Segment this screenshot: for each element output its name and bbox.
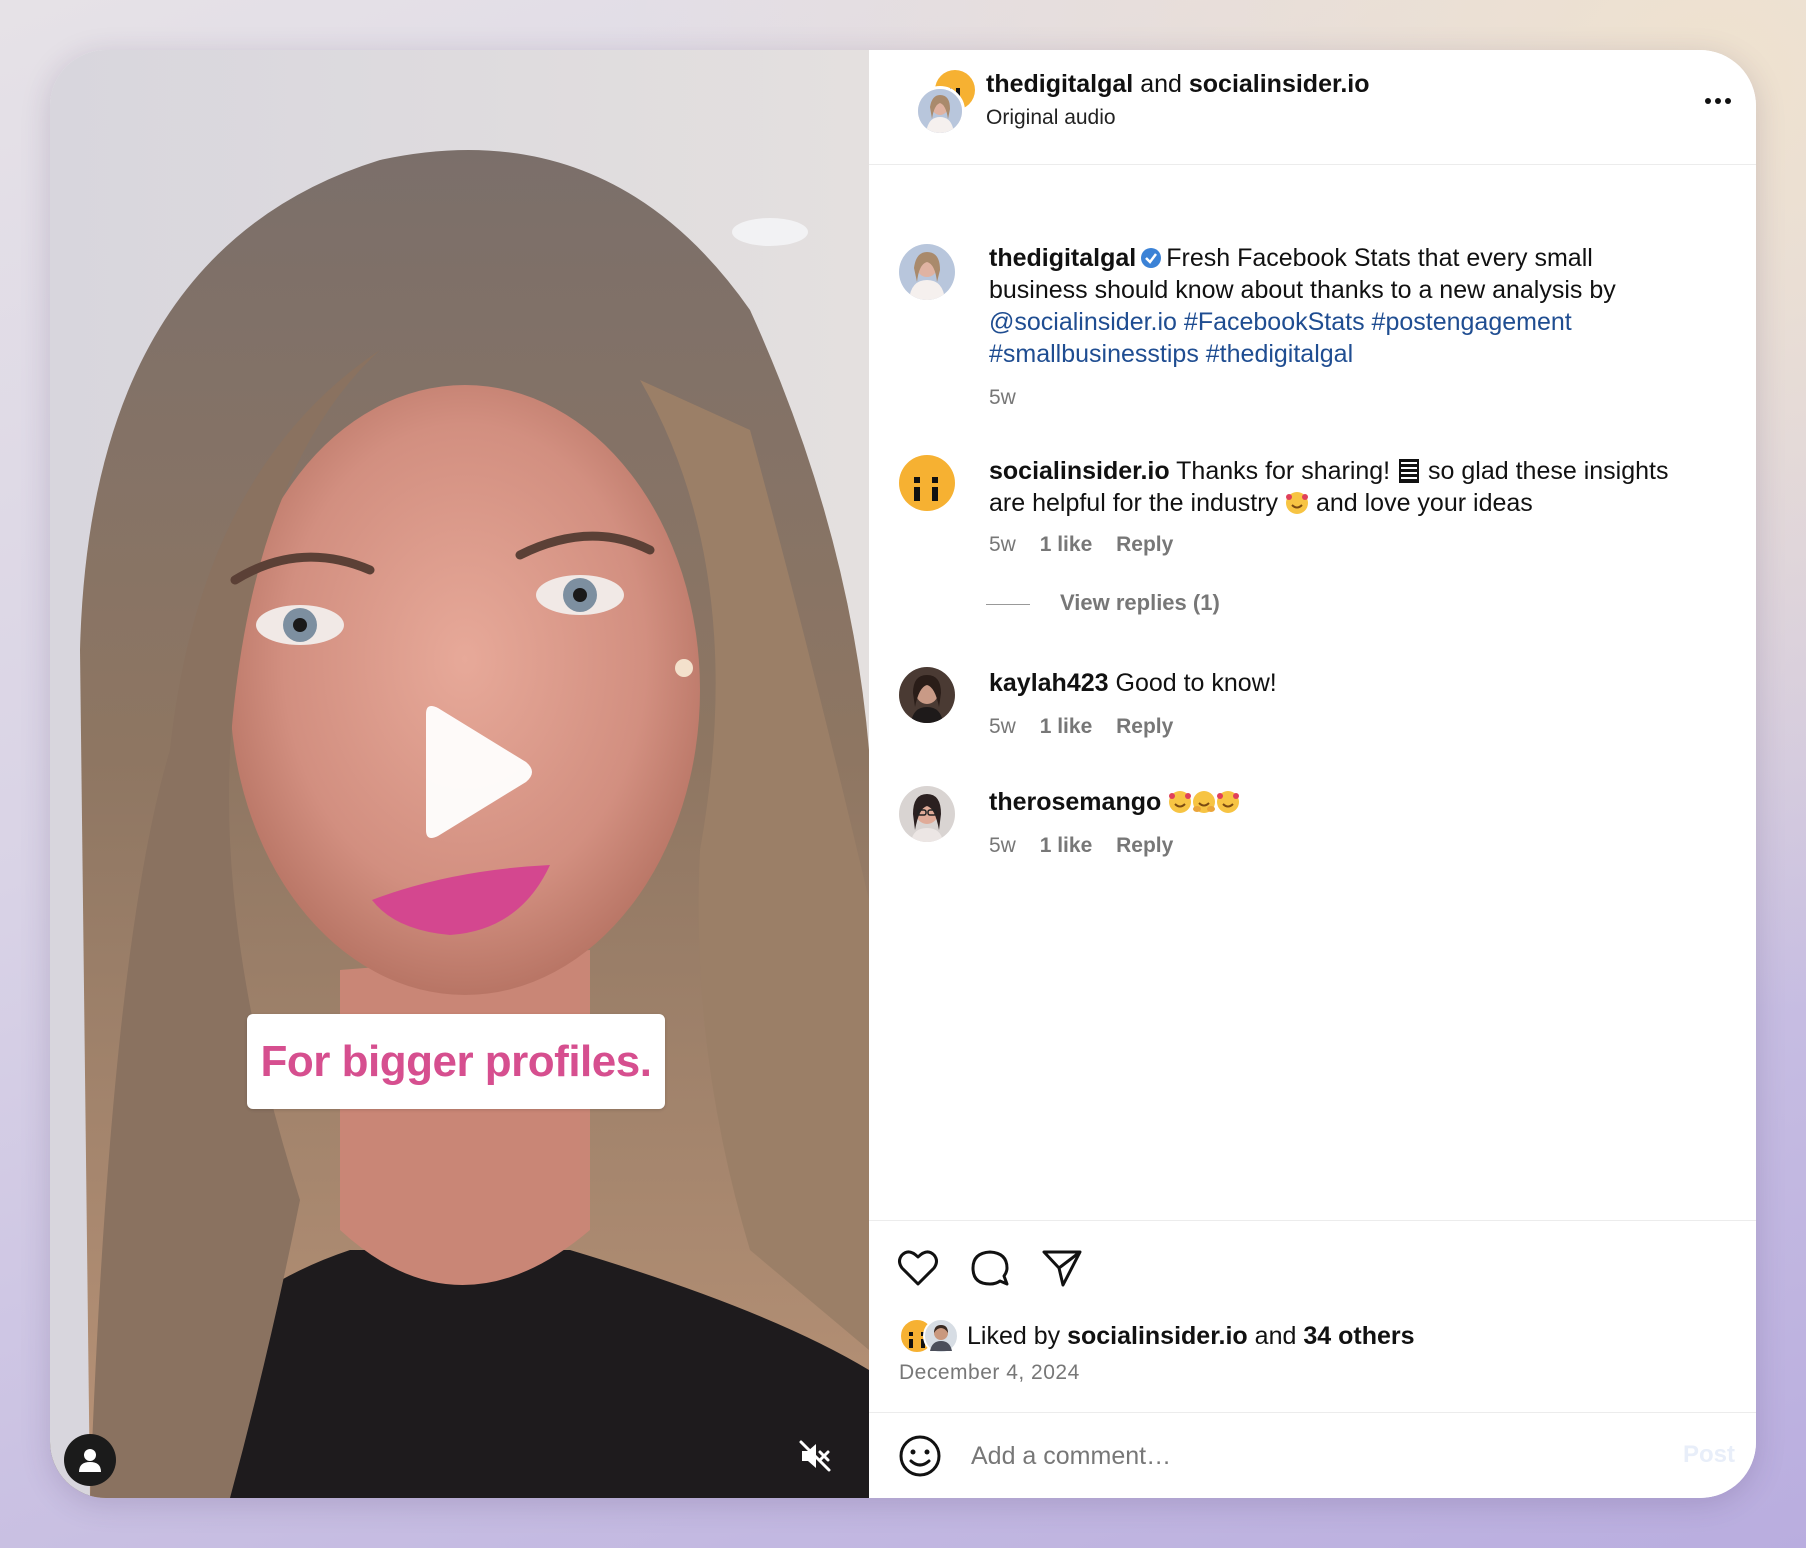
author-avatar[interactable] xyxy=(915,86,965,136)
hashtag-link[interactable]: #smallbusinesstips xyxy=(989,340,1199,368)
muted-icon[interactable] xyxy=(798,1439,832,1473)
caption-time: 5w xyxy=(989,386,1016,409)
video-text-overlay: For bigger profiles. xyxy=(247,1014,665,1109)
play-icon[interactable] xyxy=(406,702,536,842)
post-details-panel: thedigitalgal and socialinsider.io Origi… xyxy=(869,50,1756,1498)
post-authors: thedigitalgal and socialinsider.io xyxy=(986,70,1370,99)
comment-time: 5w xyxy=(989,834,1016,857)
comment-likes[interactable]: 1 like xyxy=(1040,533,1093,556)
add-comment-bar: Post xyxy=(869,1412,1756,1498)
hashtag-link[interactable]: #thedigitalgal xyxy=(1206,340,1353,368)
commenter-username[interactable]: therosemango xyxy=(989,788,1161,816)
comment-text: socialinsider.io Thanks for sharing! so … xyxy=(989,455,1689,519)
likes-prefix: Liked by xyxy=(967,1321,1061,1350)
comment-meta: 5w 1 like Reply xyxy=(989,533,1191,557)
view-replies-label: View replies (1) xyxy=(1060,590,1220,615)
user-photo-icon xyxy=(899,786,955,842)
commenter-avatar[interactable] xyxy=(899,455,955,511)
authors-joiner: and xyxy=(1140,70,1182,98)
post-modal: For bigger profiles. thedigitalgal and s… xyxy=(50,50,1756,1498)
author-photo-icon xyxy=(899,244,955,300)
hashtag-link[interactable]: #postengagement xyxy=(1372,308,1572,336)
smiling-hearts-emoji-icon xyxy=(1169,791,1192,813)
reply-button[interactable]: Reply xyxy=(1116,834,1173,857)
comment-meta: 5w 1 like Reply xyxy=(989,715,1191,739)
chart-emoji-icon xyxy=(1399,459,1420,483)
reel-video[interactable]: For bigger profiles. xyxy=(50,50,869,1498)
smiling-hearts-emoji-icon xyxy=(1286,492,1309,514)
comment-likes[interactable]: 1 like xyxy=(1040,715,1093,738)
verified-badge-icon xyxy=(1141,248,1162,268)
author-username[interactable]: thedigitalgal xyxy=(986,70,1133,98)
likes-joiner: and xyxy=(1254,1321,1297,1350)
smiling-hearts-emoji-icon xyxy=(1217,791,1240,813)
post-header: thedigitalgal and socialinsider.io Origi… xyxy=(869,50,1756,165)
socialinsider-logo-icon xyxy=(914,477,938,501)
collaborator-username[interactable]: socialinsider.io xyxy=(1189,70,1370,98)
commenter-username[interactable]: socialinsider.io xyxy=(989,457,1170,485)
comment-body: Thanks for sharing! xyxy=(1176,457,1391,485)
commenter-username[interactable]: kaylah423 xyxy=(989,669,1109,697)
comment-input[interactable] xyxy=(969,1435,1653,1477)
liker-username[interactable]: socialinsider.io xyxy=(1067,1322,1248,1351)
caption-username[interactable]: thedigitalgal xyxy=(989,244,1136,272)
commenter-avatar[interactable] xyxy=(899,667,955,723)
hugging-emoji-icon xyxy=(1193,791,1216,813)
like-icon[interactable] xyxy=(897,1249,939,1287)
likers-avatars xyxy=(899,1318,963,1354)
comment-time: 5w xyxy=(989,715,1016,738)
emoji-picker-icon[interactable] xyxy=(899,1435,941,1477)
user-photo-icon xyxy=(923,1318,959,1354)
comment-text: kaylah423 Good to know! xyxy=(989,667,1689,699)
post-comment-button[interactable]: Post xyxy=(1683,1441,1735,1469)
likes-others-link[interactable]: 34 others xyxy=(1303,1322,1414,1351)
comment-body: Good to know! xyxy=(1115,669,1277,697)
author-photo-icon xyxy=(918,89,962,133)
hashtag-link[interactable]: #FacebookStats xyxy=(1184,308,1365,336)
comment-icon[interactable] xyxy=(969,1248,1011,1290)
mention-link[interactable]: @socialinsider.io xyxy=(989,308,1177,336)
commenter-avatar[interactable] xyxy=(899,786,955,842)
post-actions xyxy=(869,1220,1756,1287)
likes-summary: Liked by socialinsider.io and 34 others xyxy=(899,1318,1415,1354)
comment-meta: 5w 1 like Reply xyxy=(989,834,1191,858)
more-options-icon[interactable] xyxy=(1703,94,1733,108)
user-tag-icon xyxy=(79,1449,101,1472)
comment-likes[interactable]: 1 like xyxy=(1040,834,1093,857)
caption-meta: 5w xyxy=(989,386,1034,410)
caption-author-avatar[interactable] xyxy=(899,244,955,300)
audio-label[interactable]: Original audio xyxy=(986,106,1116,130)
caption-text: thedigitalgal Fresh Facebook Stats that e… xyxy=(989,242,1689,370)
save-bookmark-icon[interactable] xyxy=(1755,1247,1756,1289)
share-icon[interactable] xyxy=(1041,1248,1083,1288)
comment-text: therosemango xyxy=(989,786,1689,818)
tagged-users-button[interactable] xyxy=(64,1434,116,1486)
comment-body: and love your ideas xyxy=(1315,489,1533,517)
user-photo-icon xyxy=(899,667,955,723)
overlay-text: For bigger profiles. xyxy=(260,1036,652,1086)
post-date[interactable]: December 4, 2024 xyxy=(899,1361,1080,1385)
reply-button[interactable]: Reply xyxy=(1116,715,1173,738)
replies-divider xyxy=(986,603,1030,605)
view-replies-button[interactable]: View replies (1) xyxy=(986,590,1220,616)
reply-button[interactable]: Reply xyxy=(1116,533,1173,556)
comment-time: 5w xyxy=(989,533,1016,556)
